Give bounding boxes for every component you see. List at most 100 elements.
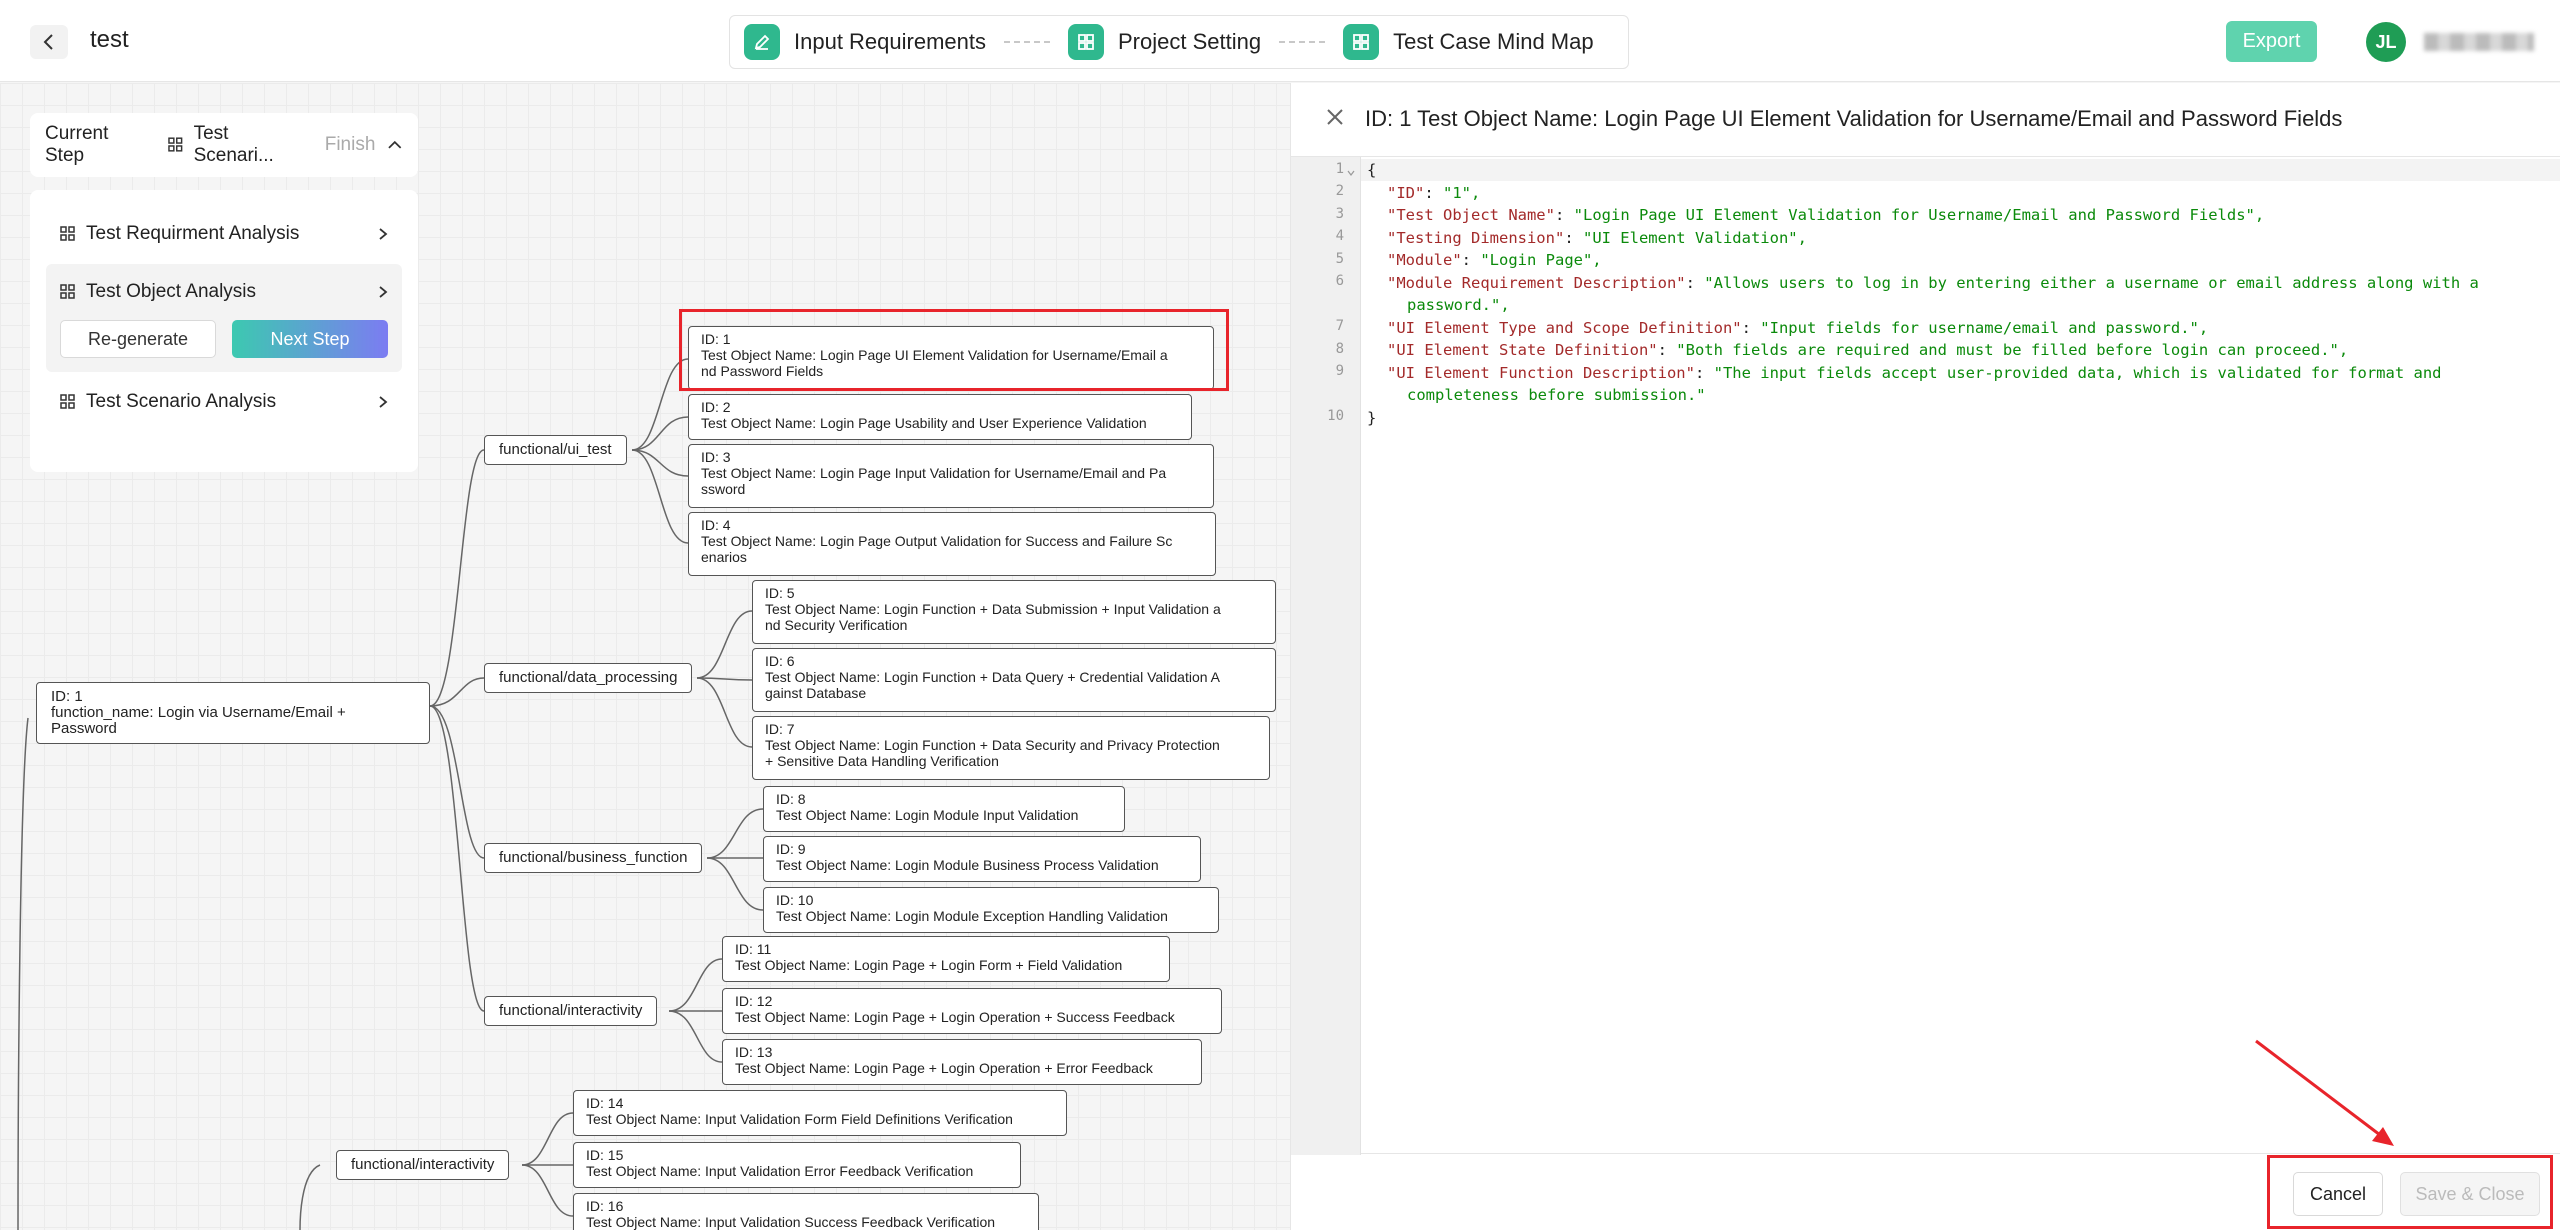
regenerate-button[interactable]: Re-generate	[60, 320, 216, 358]
node-id: ID: 9	[776, 841, 806, 857]
mind-map-root-node[interactable]: ID: 1 function_name: Login via Username/…	[36, 682, 430, 744]
node-name: Test Object Name: Login Page Usability a…	[701, 415, 1147, 431]
line-number: 9	[1335, 363, 1344, 379]
test-object-node[interactable]: ID: 13 Test Object Name: Login Page + Lo…	[722, 1039, 1202, 1085]
sidebar-item-label: Test Scenario Analysis	[86, 391, 277, 412]
sidebar-item-test-scenario-analysis[interactable]: Test Scenario Analysis	[46, 372, 402, 432]
json-key: "UI Element Type and Scope Definition"	[1387, 318, 1742, 337]
node-name: Test Object Name: Login Function + Data …	[765, 601, 1221, 617]
json-value: "Both fields are required and must be fi…	[1676, 341, 2349, 359]
test-object-node[interactable]: ID: 5 Test Object Name: Login Function +…	[752, 580, 1276, 644]
test-object-node[interactable]: ID: 12 Test Object Name: Login Page + Lo…	[722, 988, 1222, 1034]
node-id: ID: 13	[735, 1044, 773, 1060]
sidebar-item-test-requirement-analysis[interactable]: Test Requirment Analysis	[46, 204, 402, 264]
category-node[interactable]: functional/interactivity	[484, 996, 658, 1026]
json-value: "The input fields accept user-provided d…	[1713, 363, 2442, 382]
test-object-node[interactable]: ID: 9 Test Object Name: Login Module Bus…	[763, 836, 1201, 882]
project-title: test	[90, 26, 129, 53]
test-object-node[interactable]: ID: 6 Test Object Name: Login Function +…	[752, 648, 1276, 712]
node-name: Test Object Name: Input Validation Succe…	[586, 1214, 996, 1230]
line-number: 4	[1335, 228, 1344, 244]
finish-label: Finish	[324, 134, 376, 155]
test-object-node[interactable]: ID: 10 Test Object Name: Login Module Ex…	[763, 887, 1219, 933]
next-step-button[interactable]: Next Step	[232, 320, 388, 358]
code-line: "UI Element Function Description": "The …	[1387, 363, 2442, 382]
test-object-node[interactable]: ID: 8 Test Object Name: Login Module Inp…	[763, 786, 1125, 832]
analysis-steps-panel: Test Requirment Analysis Test Object Ana…	[30, 190, 418, 472]
step-project-setting[interactable]: Project Setting	[1068, 24, 1261, 60]
json-key: "Testing Dimension"	[1387, 228, 1565, 247]
node-id: ID: 16	[586, 1198, 624, 1214]
category-node[interactable]: functional/interactivity	[336, 1150, 510, 1180]
code-line: "UI Element State Definition": "Both fie…	[1387, 341, 2349, 359]
json-key: "Module"	[1387, 251, 1462, 269]
category-node[interactable]: functional/data_processing	[484, 663, 693, 693]
node-name: Test Object Name: Login Page + Login For…	[735, 957, 1123, 973]
node-id: ID: 12	[735, 993, 773, 1009]
json-editor[interactable]: 1 2 3 4 5 6 7 8 9 10 { "ID": "1", "Test …	[1291, 156, 2560, 1155]
line-number: 8	[1335, 341, 1344, 357]
test-object-node[interactable]: ID: 7 Test Object Name: Login Function +…	[752, 716, 1270, 780]
test-object-node[interactable]: ID: 4 Test Object Name: Login Page Outpu…	[688, 512, 1216, 576]
avatar[interactable]: JL	[2366, 22, 2406, 62]
current-step-label: Current Step	[45, 123, 109, 166]
code-line: "Module": "Login Page",	[1387, 251, 1602, 269]
sidebar-item-label: Test Requirment Analysis	[86, 223, 300, 244]
chevron-right-icon	[379, 286, 388, 298]
step-label: Input Requirements	[794, 29, 986, 54]
json-value: "1",	[1443, 183, 1481, 202]
grid-icon	[1068, 24, 1104, 60]
json-value: "UI Element Validation",	[1582, 228, 1807, 247]
node-name: function_name: Login via Username/Email …	[51, 704, 346, 737]
sidebar-item-test-object-analysis[interactable]: Test Object Analysis Re-generate Next St…	[46, 264, 402, 372]
step-separator	[1004, 41, 1050, 43]
node-id: ID: 10	[776, 892, 814, 908]
test-object-node[interactable]: ID: 3 Test Object Name: Login Page Input…	[688, 444, 1214, 508]
json-key: "UI Element State Definition"	[1387, 341, 1658, 359]
test-object-node[interactable]: ID: 16 Test Object Name: Input Validatio…	[573, 1193, 1039, 1230]
json-key: "ID"	[1387, 183, 1425, 202]
code-line: "ID": "1",	[1387, 183, 1481, 202]
mind-map-canvas[interactable]: Current Step Test Scenari... Finish Test…	[0, 83, 1290, 1230]
chevron-left-icon	[43, 34, 53, 50]
step-label: Project Setting	[1118, 29, 1262, 54]
node-name-cont: enarios	[701, 549, 747, 565]
line-number: 10	[1327, 408, 1344, 424]
current-step-value: Test Scenari...	[168, 123, 311, 167]
node-id: ID: 3	[701, 449, 731, 465]
node-id: ID: 14	[586, 1095, 624, 1111]
actions-highlight	[2267, 1155, 2553, 1229]
node-id: ID: 1	[51, 688, 83, 705]
fold-arrow-icon[interactable]	[1347, 169, 1355, 177]
selected-node-highlight	[679, 309, 1229, 391]
test-object-node[interactable]: ID: 11 Test Object Name: Login Page + Lo…	[722, 936, 1170, 982]
code-line: }	[1367, 408, 1377, 427]
node-name-cont: ssword	[701, 481, 746, 497]
test-object-node[interactable]: ID: 2 Test Object Name: Login Page Usabi…	[688, 394, 1192, 440]
back-button[interactable]	[30, 25, 68, 59]
test-object-node[interactable]: ID: 14 Test Object Name: Input Validatio…	[573, 1090, 1067, 1136]
code-line-wrap: password.",	[1407, 296, 1510, 314]
node-name: Test Object Name: Login Function + Data …	[765, 669, 1220, 685]
node-id: ID: 5	[765, 585, 795, 601]
test-object-node[interactable]: ID: 15 Test Object Name: Input Validatio…	[573, 1142, 1021, 1188]
node-name-cont: nd Security Verification	[765, 617, 908, 633]
category-node[interactable]: functional/business_function	[484, 843, 703, 873]
export-button[interactable]: Export	[2226, 21, 2317, 62]
code-line-wrap: completeness before submission."	[1407, 386, 1706, 404]
chevron-up-icon[interactable]	[387, 139, 403, 151]
node-id: ID: 11	[735, 941, 772, 957]
step-test-case-mind-map[interactable]: Test Case Mind Map	[1343, 24, 1594, 60]
node-name: Test Object Name: Login Module Input Val…	[776, 807, 1079, 823]
sidebar-item-label: Test Object Analysis	[86, 281, 257, 302]
annotation-arrow	[2255, 1039, 2394, 1146]
category-node[interactable]: functional/ui_test	[484, 435, 627, 465]
line-number: 2	[1335, 183, 1344, 199]
close-icon[interactable]	[1323, 105, 1347, 129]
json-key: "UI Element Function Description"	[1387, 363, 1695, 382]
sidebar-item-row[interactable]: Test Object Analysis	[60, 264, 388, 320]
current-step-card[interactable]: Current Step Test Scenari... Finish	[30, 113, 418, 177]
step-input-requirements[interactable]: Input Requirements	[744, 24, 986, 60]
chevron-right-icon	[379, 396, 388, 408]
grid-icon	[60, 284, 75, 299]
